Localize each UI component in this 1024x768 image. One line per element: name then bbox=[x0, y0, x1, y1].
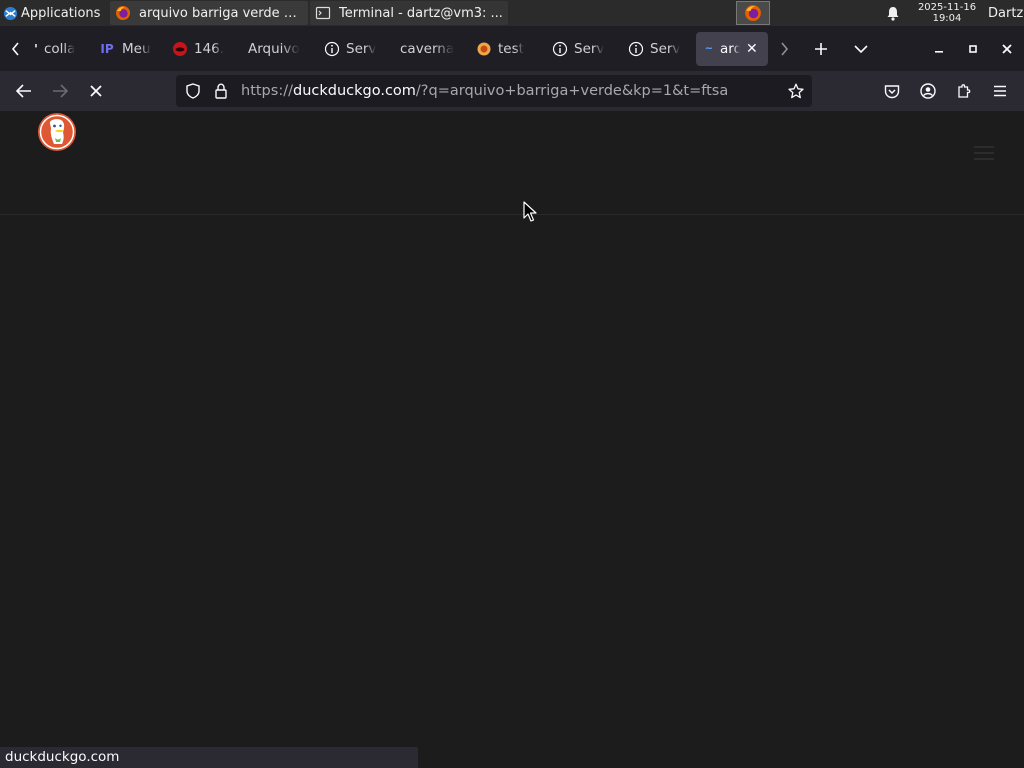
status-bubble: duckduckgo.com bbox=[0, 747, 418, 768]
collab-icon: ' bbox=[34, 41, 38, 56]
tab-label: caverna bbox=[400, 40, 455, 57]
tab-label: Arquivo bbox=[248, 40, 300, 57]
mouse-cursor-icon bbox=[523, 201, 537, 222]
arrow-left-icon bbox=[16, 84, 31, 98]
ddg-page-header bbox=[0, 111, 1024, 215]
tab-label: colla bbox=[44, 40, 76, 57]
chevron-down-icon bbox=[854, 44, 868, 53]
tab-serv-2[interactable]: Serv bbox=[544, 32, 620, 66]
back-button[interactable] bbox=[6, 75, 42, 107]
results-area bbox=[0, 216, 1024, 768]
menu-bar-line bbox=[974, 152, 994, 154]
maximize-window-button[interactable] bbox=[956, 26, 990, 71]
url-prefix: https:// bbox=[241, 83, 293, 99]
close-icon bbox=[1002, 43, 1012, 54]
close-tab-icon[interactable]: ✕ bbox=[746, 41, 758, 57]
puzzle-icon bbox=[958, 84, 971, 98]
star-icon bbox=[788, 83, 804, 99]
firefox-icon bbox=[116, 6, 130, 20]
browser-tab-strip: ' colla IP Meu 146. Arquivo Serv caverna… bbox=[0, 26, 1024, 71]
clock[interactable]: 2025-11-16 19:04 bbox=[914, 2, 980, 24]
navigation-toolbar: https://duckduckgo.com/?q=arquivo+barrig… bbox=[0, 71, 1024, 111]
clock-date: 2025-11-16 bbox=[917, 2, 977, 13]
applications-menu-label: Applications bbox=[21, 5, 101, 21]
tab-serv-3[interactable]: Serv bbox=[620, 32, 696, 66]
site-security-button[interactable] bbox=[207, 83, 235, 99]
firefox-icon bbox=[745, 5, 761, 21]
xfce-logo-icon bbox=[3, 6, 18, 20]
applications-menu[interactable]: Applications bbox=[0, 0, 110, 26]
taskbar-task-terminal[interactable]: Terminal - dartz@vm3: ... bbox=[310, 1, 508, 25]
tray-firefox-button[interactable] bbox=[736, 1, 770, 25]
user-menu[interactable]: Dartz bbox=[988, 6, 1024, 21]
tab-caverna[interactable]: caverna bbox=[392, 32, 468, 66]
url-text[interactable]: https://duckduckgo.com/?q=arquivo+barrig… bbox=[241, 83, 780, 99]
chevron-left-icon bbox=[11, 41, 19, 56]
app-menu-button[interactable] bbox=[982, 75, 1018, 107]
tab-serv-1[interactable]: Serv bbox=[316, 32, 392, 66]
menu-bar-line bbox=[974, 158, 994, 160]
tracking-protection-button[interactable] bbox=[179, 83, 207, 99]
stop-icon bbox=[90, 85, 102, 97]
tab-146[interactable]: 146. bbox=[164, 32, 240, 66]
notification-bell-button[interactable] bbox=[882, 2, 904, 24]
list-all-tabs-button[interactable] bbox=[842, 26, 880, 71]
ip-icon: IP bbox=[100, 41, 114, 56]
info-icon bbox=[628, 41, 644, 56]
tab-label: Serv bbox=[574, 40, 605, 57]
lock-icon bbox=[215, 83, 227, 99]
pocket-button[interactable] bbox=[874, 75, 910, 107]
hamburger-menu-icon bbox=[994, 85, 1006, 97]
tab-label: test bbox=[498, 40, 524, 57]
clock-time: 19:04 bbox=[932, 13, 962, 24]
tab-label: Meu bbox=[122, 40, 151, 57]
tab-label: Serv bbox=[650, 40, 681, 57]
minimize-icon bbox=[935, 50, 943, 53]
bookmark-star-button[interactable] bbox=[780, 83, 812, 99]
tab-test[interactable]: test bbox=[468, 32, 544, 66]
forward-button[interactable] bbox=[42, 75, 78, 107]
taskbar-task-firefox[interactable]: arquivo barriga verde at... bbox=[110, 1, 308, 25]
os-taskbar: Applications arquivo barriga verde at...… bbox=[0, 0, 1024, 26]
account-icon bbox=[920, 83, 936, 99]
extensions-button[interactable] bbox=[946, 75, 982, 107]
tab-label: 146. bbox=[194, 40, 225, 57]
arrow-right-icon bbox=[53, 84, 68, 98]
tab-label: arq bbox=[720, 40, 740, 57]
shield-icon bbox=[186, 83, 200, 99]
tab-arq-active[interactable]: ~ arq ✕ bbox=[696, 31, 768, 66]
tab-colla[interactable]: ' colla bbox=[32, 32, 84, 66]
tab-arquivo[interactable]: Arquivo bbox=[240, 32, 316, 66]
minimize-window-button[interactable] bbox=[922, 26, 956, 71]
url-bar[interactable]: https://duckduckgo.com/?q=arquivo+barrig… bbox=[176, 75, 812, 107]
ddg-tab-icon: ~ bbox=[704, 43, 714, 54]
bell-icon bbox=[887, 6, 899, 21]
taskbar-task-label: Terminal - dartz@vm3: ... bbox=[339, 5, 503, 21]
tor-icon bbox=[477, 42, 491, 55]
maximize-icon bbox=[969, 44, 977, 53]
scroll-tabs-left-button[interactable] bbox=[0, 26, 32, 71]
page-content bbox=[0, 111, 1024, 768]
info-icon bbox=[324, 41, 340, 56]
pocket-icon bbox=[884, 84, 900, 98]
stop-loading-button[interactable] bbox=[78, 75, 114, 107]
account-button[interactable] bbox=[910, 75, 946, 107]
new-tab-button[interactable] bbox=[800, 26, 842, 71]
scroll-tabs-right-button[interactable] bbox=[768, 26, 800, 71]
plus-icon bbox=[815, 42, 827, 55]
url-path: /?q=arquivo+barriga+verde&kp=1&t=ftsa bbox=[415, 83, 729, 99]
ddg-menu-button[interactable] bbox=[974, 146, 994, 160]
url-domain: duckduckgo.com bbox=[292, 83, 416, 99]
tab-meu[interactable]: IP Meu bbox=[90, 32, 164, 66]
terminal-icon bbox=[315, 6, 331, 20]
chevron-right-icon bbox=[781, 41, 789, 56]
close-window-button[interactable] bbox=[990, 26, 1024, 71]
red-mouth-icon bbox=[173, 41, 187, 56]
duckduckgo-logo-icon[interactable] bbox=[37, 112, 77, 152]
menu-bar-line bbox=[974, 146, 994, 148]
toolbar-right-buttons bbox=[874, 75, 1018, 107]
taskbar-task-label: arquivo barriga verde at... bbox=[139, 5, 303, 21]
info-icon bbox=[552, 41, 568, 56]
tab-label: Serv bbox=[346, 40, 377, 57]
